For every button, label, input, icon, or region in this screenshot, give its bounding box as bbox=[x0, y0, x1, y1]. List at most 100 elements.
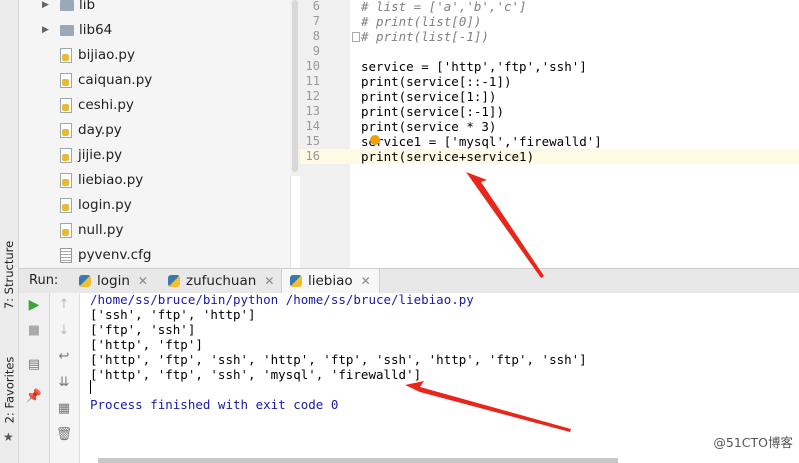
scroll-to-end-icon[interactable]: ⇊ bbox=[54, 375, 74, 390]
run-toolbar: ▶ ■ ▤ 📌 bbox=[19, 293, 50, 463]
python-file-icon bbox=[60, 197, 72, 213]
code-line[interactable]: 10 service = ['http','ftp','ssh'] bbox=[300, 59, 799, 74]
tree-item-bijiao[interactable]: bijiao.py bbox=[60, 44, 135, 66]
code-text: # print(list[0]) bbox=[361, 14, 482, 29]
left-tool-strip: 7: Structure 2: Favorites ★ bbox=[0, 0, 19, 463]
tree-item-label: bijiao.py bbox=[78, 47, 135, 63]
line-number: 11 bbox=[305, 74, 320, 88]
pin-icon[interactable]: 📌 bbox=[24, 389, 44, 404]
python-icon bbox=[168, 275, 180, 287]
structure-tab-label: 7: Structure bbox=[2, 240, 16, 310]
tree-item-label: pyvenv.cfg bbox=[78, 247, 152, 263]
console-line: ['http', 'ftp', 'ssh', 'mysql', 'firewal… bbox=[90, 367, 422, 382]
line-number: 6 bbox=[312, 0, 320, 13]
tree-item-label: null.py bbox=[78, 222, 124, 238]
line-number: 10 bbox=[305, 59, 320, 73]
python-file-icon bbox=[60, 122, 72, 138]
tree-item-lib64[interactable]: ▶ lib64 bbox=[42, 19, 112, 41]
code-text: # print(list[-1]) bbox=[361, 29, 489, 44]
code-line[interactable]: 12 print(service[1:]) bbox=[300, 89, 799, 104]
tree-item-jijie[interactable]: jijie.py bbox=[60, 144, 122, 166]
expand-arrow-icon[interactable]: ▶ bbox=[42, 0, 52, 10]
console-toolbar: ↑ ↓ ↩ ⇊ ▦ 🗑 bbox=[50, 293, 80, 463]
tree-item-null[interactable]: null.py bbox=[60, 219, 123, 241]
python-icon bbox=[79, 275, 91, 287]
python-file-icon bbox=[60, 97, 72, 113]
watermark: @51CTO博客 bbox=[713, 435, 793, 450]
tree-item-label: lib bbox=[79, 0, 96, 13]
console-exit-message: Process finished with exit code 0 bbox=[90, 397, 339, 412]
line-number: 9 bbox=[312, 44, 320, 58]
text-cursor bbox=[90, 380, 91, 394]
line-number: 8 bbox=[312, 29, 320, 43]
code-line[interactable]: 6 # list = ['a','b','c'] bbox=[300, 0, 799, 14]
structure-tool-tab[interactable]: 7: Structure bbox=[0, 230, 18, 320]
code-text: print(service[::-1]) bbox=[361, 74, 512, 89]
run-tab-label: liebiao bbox=[308, 273, 353, 289]
rerun-icon[interactable]: ▶ bbox=[24, 297, 44, 313]
config-file-icon bbox=[60, 247, 72, 263]
run-tab-label: zufuchuan bbox=[186, 273, 257, 289]
code-line[interactable]: 13 print(service[:-1]) bbox=[300, 104, 799, 119]
python-file-icon bbox=[60, 172, 72, 188]
close-icon[interactable]: ✕ bbox=[138, 274, 148, 288]
intention-bulb-icon[interactable] bbox=[370, 135, 380, 145]
console-line: ['http', 'ftp', 'ssh', 'http', 'ftp', 's… bbox=[90, 352, 587, 367]
line-number: 14 bbox=[305, 119, 320, 133]
tree-item-label: login.py bbox=[78, 197, 132, 213]
folder-icon bbox=[60, 24, 74, 36]
python-icon bbox=[290, 275, 302, 287]
trash-icon[interactable]: 🗑 bbox=[54, 427, 74, 442]
line-number: 16 bbox=[305, 149, 320, 163]
line-number: 12 bbox=[305, 89, 320, 103]
horizontal-scrollbar[interactable] bbox=[98, 458, 618, 463]
code-line[interactable]: 7 # print(list[0]) bbox=[300, 14, 799, 29]
tree-item-label: caiquan.py bbox=[78, 72, 153, 88]
console-line: ['ftp', 'ssh'] bbox=[90, 322, 196, 337]
console-line: ['http', 'ftp'] bbox=[90, 337, 203, 352]
run-label: Run: bbox=[29, 273, 59, 288]
tree-item-caiquan[interactable]: caiquan.py bbox=[60, 69, 152, 91]
tree-item-label: lib64 bbox=[79, 22, 113, 38]
code-text: print(service[1:]) bbox=[361, 89, 497, 104]
code-text: print(service[:-1]) bbox=[361, 104, 504, 119]
code-line[interactable]: 8 # print(list[-1]) bbox=[300, 29, 799, 44]
console-output[interactable]: /home/ss/bruce/bin/python /home/ss/bruce… bbox=[80, 292, 799, 458]
tree-item-day[interactable]: day.py bbox=[60, 119, 122, 141]
code-text: print(service+service1) bbox=[361, 149, 535, 164]
tree-item-label: liebiao.py bbox=[78, 172, 144, 188]
python-file-icon bbox=[60, 47, 72, 63]
code-line[interactable]: 14 print(service * 3) bbox=[300, 119, 799, 134]
favorites-tool-tab[interactable]: 2: Favorites bbox=[0, 345, 18, 435]
close-icon[interactable]: ✕ bbox=[361, 274, 371, 288]
print-icon[interactable]: ▦ bbox=[54, 401, 74, 416]
close-icon[interactable]: ✕ bbox=[264, 274, 274, 288]
run-tool-header: Run: login ✕ zufuchuan ✕ liebiao ✕ bbox=[19, 268, 799, 294]
code-line[interactable]: 9 bbox=[300, 44, 799, 59]
code-line[interactable]: 11 print(service[::-1]) bbox=[300, 74, 799, 89]
soft-wrap-icon[interactable]: ↩ bbox=[54, 349, 74, 364]
code-line-current[interactable]: 16 print(service+service1) bbox=[300, 149, 799, 164]
run-tab-liebiao[interactable]: liebiao ✕ bbox=[281, 269, 380, 293]
stop-icon[interactable]: ■ bbox=[24, 323, 44, 338]
console-line: ['ssh', 'ftp', 'http'] bbox=[90, 307, 256, 322]
tree-item-login[interactable]: login.py bbox=[60, 194, 132, 216]
tree-item-lib[interactable]: ▶ lib bbox=[42, 0, 95, 16]
expand-arrow-icon[interactable]: ▶ bbox=[42, 25, 52, 35]
layout-icon[interactable]: ▤ bbox=[24, 357, 44, 372]
run-tab-zufuchuan[interactable]: zufuchuan ✕ bbox=[160, 269, 282, 293]
python-file-icon bbox=[60, 147, 72, 163]
run-tab-login[interactable]: login ✕ bbox=[71, 269, 156, 293]
scroll-down-icon[interactable]: ↓ bbox=[54, 323, 74, 338]
tree-scrollbar-thumb[interactable] bbox=[292, 0, 298, 172]
line-number: 15 bbox=[305, 134, 320, 148]
tree-item-label: day.py bbox=[78, 122, 122, 138]
star-icon[interactable]: ★ bbox=[3, 430, 14, 444]
favorites-tab-label: 2: Favorites bbox=[2, 356, 17, 424]
run-tab-label: login bbox=[97, 273, 130, 289]
python-file-icon bbox=[60, 72, 72, 88]
tree-item-liebiao[interactable]: liebiao.py bbox=[60, 169, 143, 191]
scroll-up-icon[interactable]: ↑ bbox=[54, 297, 74, 312]
tree-item-pyvenv[interactable]: pyvenv.cfg bbox=[60, 244, 151, 266]
tree-item-ceshi[interactable]: ceshi.py bbox=[60, 94, 134, 116]
